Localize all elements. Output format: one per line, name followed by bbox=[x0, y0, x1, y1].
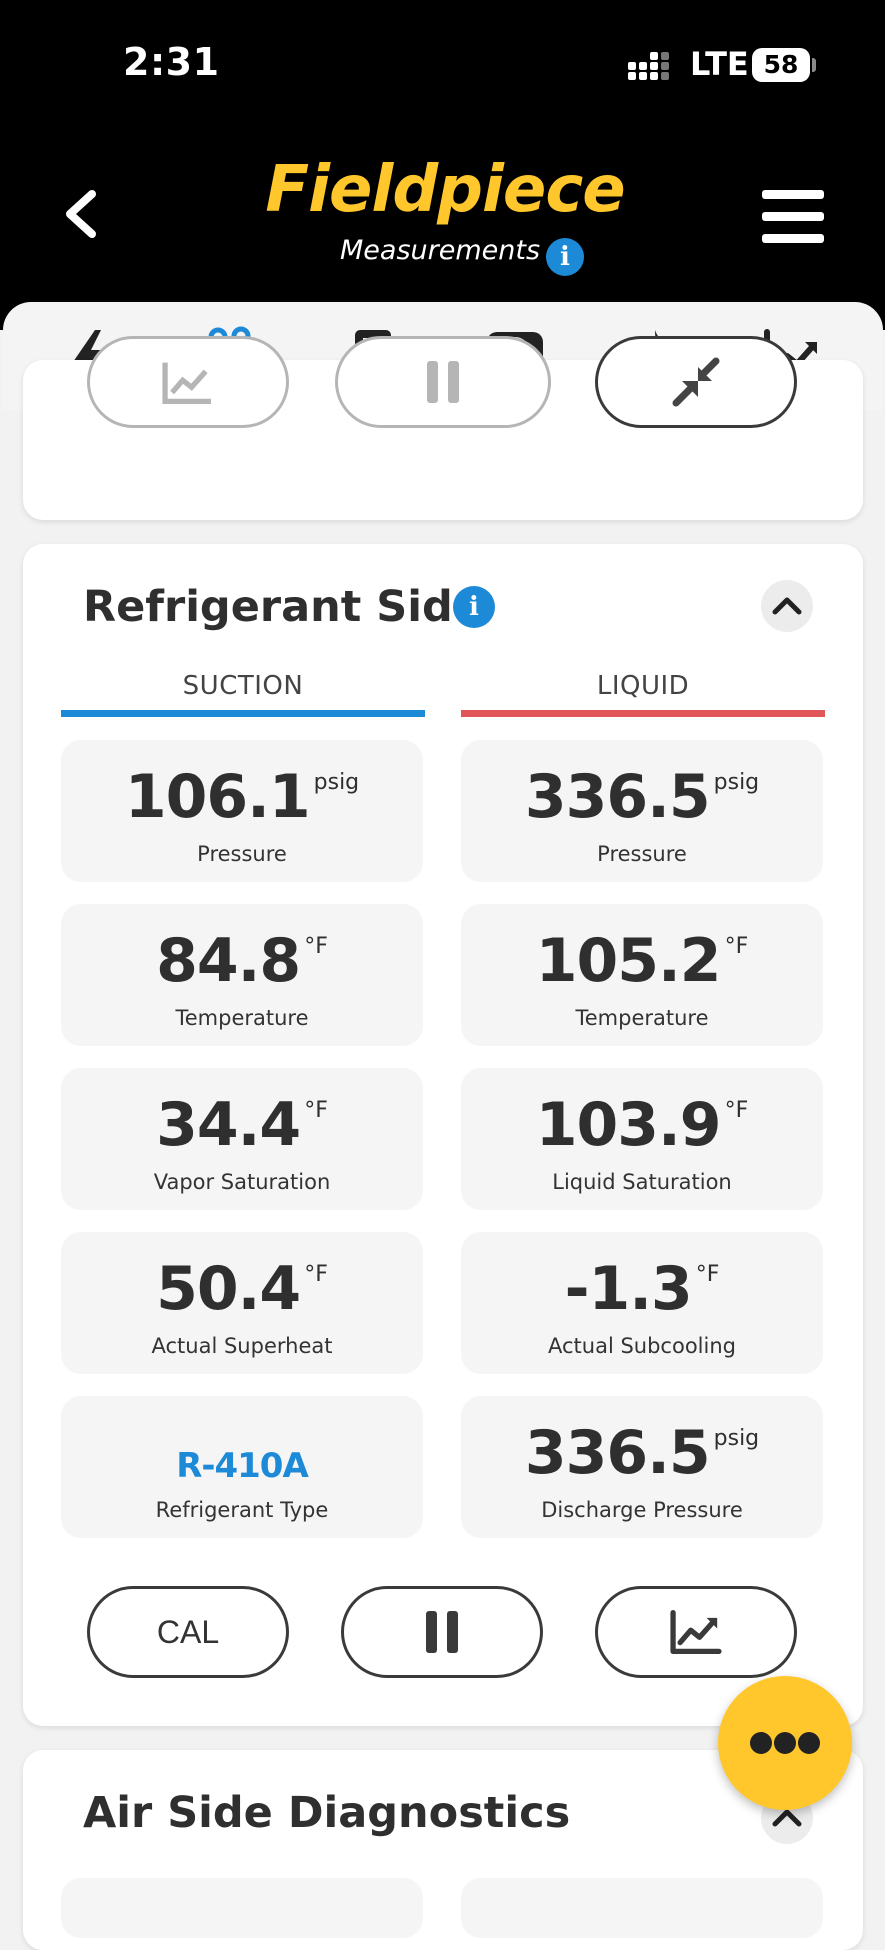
measurements-info-icon[interactable]: i bbox=[546, 238, 584, 276]
tile-label: Actual Superheat bbox=[151, 1334, 333, 1358]
fieldpiece-logo: Fieldpiece bbox=[265, 153, 625, 227]
refrigerant-type-tile[interactable]: R-410A Refrigerant Type bbox=[61, 1396, 423, 1538]
previous-section-card bbox=[23, 336, 863, 520]
arrows-in-icon bbox=[672, 357, 720, 407]
liquid-saturation-tile[interactable]: 103.9 °F Liquid Saturation bbox=[461, 1068, 823, 1210]
tile-label: Pressure bbox=[597, 842, 687, 866]
tile-label: Refrigerant Type bbox=[155, 1498, 329, 1522]
tile-value: -1.3 °F bbox=[564, 1254, 720, 1324]
liquid-underline bbox=[461, 710, 825, 717]
suction-pressure-tile[interactable]: 106.1 psig Pressure bbox=[61, 740, 423, 882]
trend-chart-icon bbox=[670, 1609, 722, 1655]
trends-button-top[interactable] bbox=[87, 336, 289, 428]
tile-value: 50.4 °F bbox=[156, 1254, 328, 1324]
liquid-temperature-tile[interactable]: 105.2 °F Temperature bbox=[461, 904, 823, 1046]
pause-icon bbox=[426, 1611, 458, 1653]
cell-signal-icon bbox=[628, 52, 676, 82]
tile-label: Temperature bbox=[175, 1006, 309, 1030]
suction-underline bbox=[61, 710, 425, 717]
refrigerant-side-title: Refrigerant Side bbox=[83, 582, 482, 632]
air-side-tile[interactable] bbox=[461, 1878, 823, 1938]
collapse-refrigerant-button[interactable] bbox=[761, 580, 813, 632]
more-options-button[interactable] bbox=[718, 1676, 852, 1810]
actual-superheat-tile[interactable]: 50.4 °F Actual Superheat bbox=[61, 1232, 423, 1374]
tile-value: 105.2 °F bbox=[535, 926, 749, 996]
page-subtitle: Measurements bbox=[340, 235, 541, 266]
cal-button[interactable]: CAL bbox=[87, 1586, 289, 1678]
tile-label: Temperature bbox=[575, 1006, 709, 1030]
liquid-header: LIQUID bbox=[596, 671, 690, 701]
tile-value: 84.8 °F bbox=[156, 926, 328, 996]
tile-label: Discharge Pressure bbox=[541, 1498, 743, 1522]
air-side-tile[interactable] bbox=[61, 1878, 423, 1938]
trend-chart-icon bbox=[162, 362, 211, 405]
tile-label: Actual Subcooling bbox=[548, 1334, 736, 1358]
tile-label: Pressure bbox=[197, 842, 287, 866]
suction-temperature-tile[interactable]: 84.8 °F Temperature bbox=[61, 904, 423, 1046]
tile-value: 34.4 °F bbox=[156, 1090, 328, 1160]
tile-value: 103.9 °F bbox=[535, 1090, 749, 1160]
tile-value: 336.5 psig bbox=[524, 1418, 760, 1488]
liquid-pressure-tile[interactable]: 336.5 psig Pressure bbox=[461, 740, 823, 882]
suction-header: SUCTION bbox=[182, 671, 304, 701]
back-button[interactable] bbox=[56, 186, 112, 242]
battery-icon: 58 bbox=[752, 48, 810, 82]
chevron-left-icon bbox=[66, 190, 96, 238]
battery-tip bbox=[812, 58, 816, 72]
air-side-title: Air Side Diagnostics bbox=[83, 1788, 571, 1838]
refrigerant-side-card: Refrigerant Side i SUCTION LIQUID 106.1 p… bbox=[23, 544, 863, 1726]
actual-subcooling-tile[interactable]: -1.3 °F Actual Subcooling bbox=[461, 1232, 823, 1374]
app-header: 2:31 LTE 58 Fieldpiece Measurements i bbox=[0, 0, 885, 330]
status-time: 2:31 bbox=[123, 40, 220, 84]
trends-button[interactable] bbox=[595, 1586, 797, 1678]
hamburger-menu-button[interactable] bbox=[762, 190, 824, 244]
pause-button-top[interactable] bbox=[335, 336, 551, 428]
chevron-up-icon bbox=[772, 597, 802, 615]
tile-label: Liquid Saturation bbox=[552, 1170, 732, 1194]
pause-button[interactable] bbox=[341, 1586, 543, 1678]
discharge-pressure-tile[interactable]: 336.5 psig Discharge Pressure bbox=[461, 1396, 823, 1538]
tile-value: 336.5 psig bbox=[524, 762, 760, 832]
status-bar: 2:31 LTE 58 bbox=[0, 0, 885, 130]
tile-label: Vapor Saturation bbox=[153, 1170, 331, 1194]
refrigerant-info-icon[interactable]: i bbox=[453, 586, 495, 628]
tile-value: 106.1 psig bbox=[124, 762, 360, 832]
network-type: LTE bbox=[690, 45, 749, 83]
refrigerant-type-value: R-410A bbox=[176, 1446, 309, 1486]
collapse-arrows-button[interactable] bbox=[595, 336, 797, 428]
vapor-saturation-tile[interactable]: 34.4 °F Vapor Saturation bbox=[61, 1068, 423, 1210]
pause-icon bbox=[427, 361, 459, 403]
